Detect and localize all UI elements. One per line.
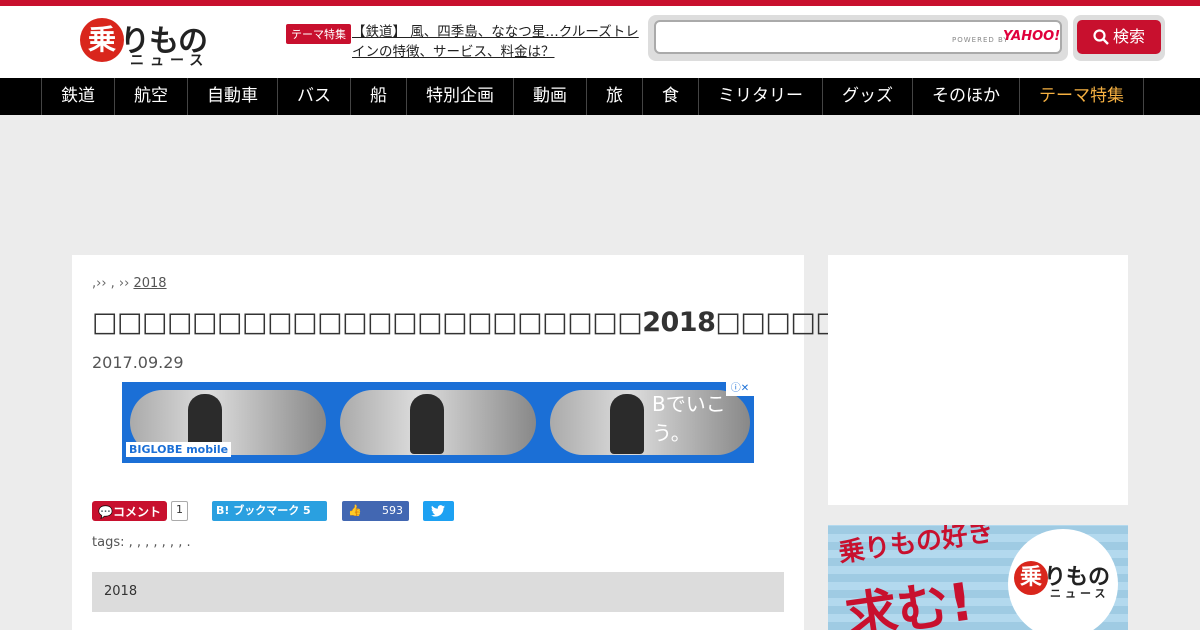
ad-close-icon[interactable]: ⓘ✕ (726, 382, 754, 396)
nav-item-travel[interactable]: 旅 (587, 78, 643, 115)
twitter-icon (430, 505, 445, 517)
sidebar-recruit-banner[interactable]: 乗りもの好き 求む! 乗 りもの ニュース (828, 525, 1128, 630)
tags-list: tags: , , , , , , , . (92, 535, 191, 550)
nav-item-ship[interactable]: 船 (351, 78, 407, 115)
breadcrumb-prefix: ,›› , ›› (92, 276, 134, 291)
nav-item-railway[interactable]: 鉄道 (42, 78, 115, 115)
ad-person-image (410, 394, 444, 454)
nav-item-other[interactable]: そのほか (913, 78, 1020, 115)
facebook-like-button[interactable]: 👍 593 (341, 501, 409, 521)
twitter-button[interactable] (422, 501, 454, 521)
banner-logo-badge: 乗 (1014, 561, 1048, 595)
comment-label: コメント (112, 505, 161, 519)
article-panel: ,›› , ›› 2018 □□□□□□□□□□□□□□□□□□□□□□2018… (72, 255, 866, 630)
search-button-wrap: 検索 (1073, 15, 1165, 61)
nav-item-military[interactable]: ミリタリー (699, 78, 823, 115)
article-title: □□□□□□□□□□□□□□□□□□□□□□2018□□□□□□ (92, 307, 866, 338)
search-button-label: 検索 (1112, 27, 1145, 46)
hatena-bookmark-button[interactable]: B! ブックマーク 5 (211, 501, 327, 521)
comment-count: 1 (170, 501, 188, 521)
article-date: 2017.09.29 (92, 353, 184, 372)
yahoo-logo: YAHOO! (1003, 29, 1061, 44)
nav-item-special[interactable]: 特別企画 (407, 78, 514, 115)
comment-icon: 💬 (98, 505, 113, 519)
nav-item-automobile[interactable]: 自動車 (188, 78, 278, 115)
powered-by-label: POWERED BY (952, 36, 1009, 44)
breadcrumb: ,›› , ›› 2018 (92, 276, 207, 291)
nav-list: 鉄道 航空 自動車 バス 船 特別企画 動画 旅 食 ミリタリー グッズ そのほ… (41, 78, 1144, 115)
like-count: 593 (381, 504, 403, 517)
search-icon (1093, 29, 1109, 45)
theme-feature-badge: テーマ特集 (286, 24, 351, 44)
nav-item-theme[interactable]: テーマ特集 (1020, 78, 1144, 115)
sidebar-ad-slot (828, 255, 1128, 505)
ad-person-image (610, 394, 644, 454)
ad-banner[interactable]: BIGLOBE mobile Bでいこう。 ⓘ✕ (122, 382, 754, 463)
theme-feature-link[interactable]: 【鉄道】 風、四季島、ななつ星…クルーズトレインの特徴、サービス、料金は？ (352, 22, 642, 62)
nav-item-food[interactable]: 食 (643, 78, 699, 115)
comment-button[interactable]: 💬コメント (92, 501, 167, 521)
share-bar: 💬コメント 1 B! ブックマーク 5 👍 593 (92, 501, 454, 521)
ad-brand: BIGLOBE mobile (126, 442, 232, 457)
logo-badge: 乗 (80, 18, 124, 62)
breadcrumb-link[interactable]: 2018 (133, 276, 206, 291)
nav-item-goods[interactable]: グッズ (823, 78, 913, 115)
ad-panel (340, 390, 536, 455)
nav-item-aviation[interactable]: 航空 (115, 78, 188, 115)
main-nav: 鉄道 航空 自動車 バス 船 特別企画 動画 旅 食 ミリタリー グッズ そのほ… (0, 78, 1200, 115)
ad-tagline: Bでいこう。 (652, 392, 726, 445)
nav-item-bus[interactable]: バス (278, 78, 351, 115)
search-button[interactable]: 検索 (1077, 20, 1161, 54)
banner-logo-sub: ニュース (1050, 587, 1110, 600)
nav-item-video[interactable]: 動画 (514, 78, 587, 115)
thumbs-up-icon: 👍 (347, 504, 362, 517)
logo-sub-text: ニュース (130, 53, 210, 69)
year-section-header: 2018 (92, 572, 784, 612)
site-logo[interactable]: 乗 りもの ニュース (80, 16, 215, 70)
